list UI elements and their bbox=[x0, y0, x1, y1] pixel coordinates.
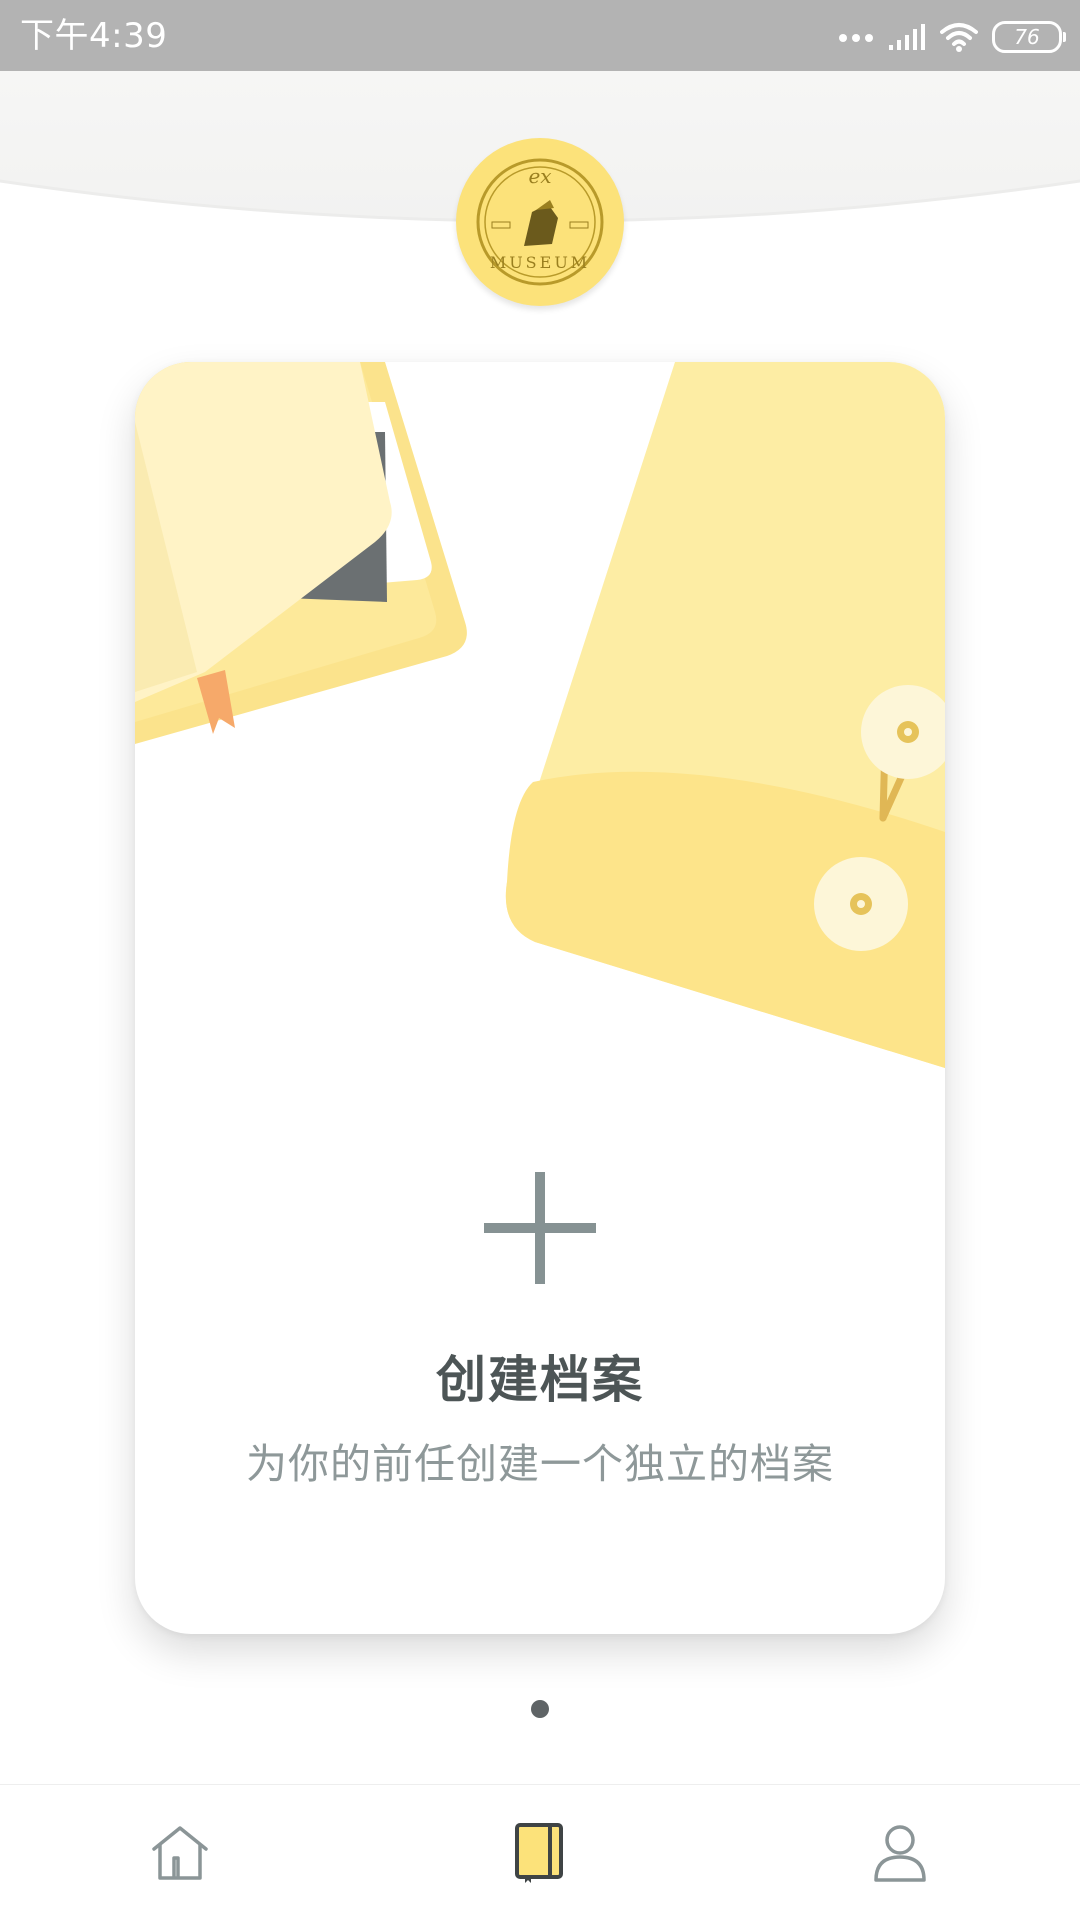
ex-museum-logo: ex MUSEUM bbox=[476, 158, 604, 286]
status-time: 下午4:39 bbox=[20, 16, 168, 56]
nav-archive[interactable] bbox=[440, 1785, 640, 1921]
logo-text-bottom: MUSEUM bbox=[490, 253, 590, 272]
signal-icon bbox=[889, 24, 925, 50]
more-dots-icon bbox=[839, 34, 873, 42]
battery-icon: 76 bbox=[992, 21, 1066, 53]
logo-text-top: ex bbox=[528, 164, 551, 188]
profile-icon bbox=[874, 1825, 926, 1882]
folder-illustration bbox=[505, 362, 945, 1068]
archive-illustration bbox=[135, 362, 945, 1068]
status-bar: 下午4:39 76 bbox=[0, 0, 1080, 71]
page-indicator-dot bbox=[531, 1700, 549, 1718]
nav-home[interactable] bbox=[80, 1785, 280, 1921]
status-icons: 76 bbox=[838, 18, 1066, 56]
page-indicator bbox=[0, 1700, 1080, 1720]
card-title: 创建档案 bbox=[436, 1351, 644, 1409]
bottom-navigation bbox=[0, 1784, 1080, 1921]
create-archive-card[interactable]: 创建档案 为你的前任创建一个独立的档案 bbox=[135, 362, 945, 1634]
notebook-illustration bbox=[135, 362, 467, 744]
plus-icon[interactable] bbox=[484, 1172, 596, 1284]
nav-profile[interactable] bbox=[800, 1785, 1000, 1921]
card-subtitle: 为你的前任创建一个独立的档案 bbox=[246, 1440, 834, 1488]
wifi-icon bbox=[940, 23, 978, 52]
museum-logo-badge: ex MUSEUM bbox=[456, 138, 624, 306]
archive-book-icon bbox=[515, 1823, 563, 1883]
home-icon bbox=[152, 1826, 208, 1880]
battery-level: 76 bbox=[1014, 25, 1040, 49]
